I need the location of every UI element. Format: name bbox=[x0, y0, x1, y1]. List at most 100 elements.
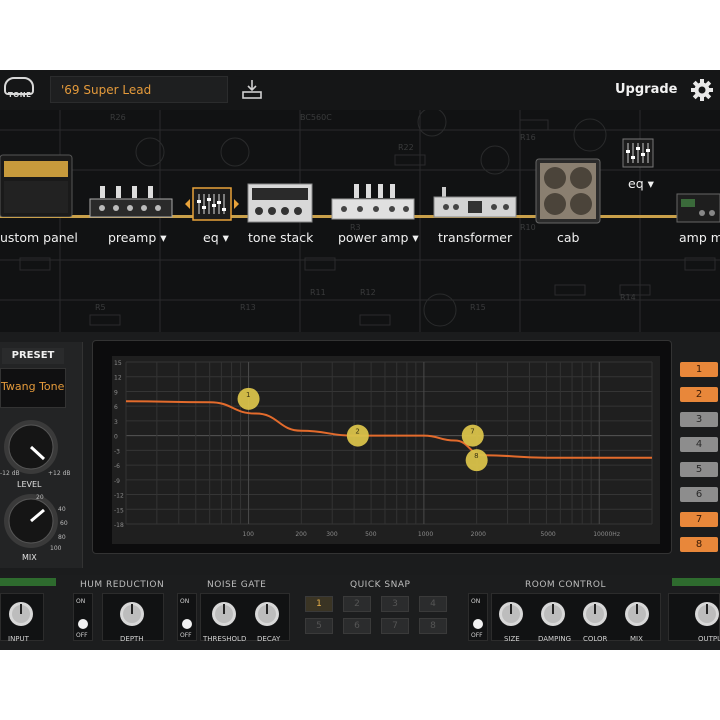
quick-snap-1[interactable]: 1 bbox=[305, 596, 333, 612]
y-tick-label: -15 bbox=[114, 507, 124, 514]
eq-panel: PRESET Twang Tone -12 dB +12 dB LEVEL 20… bbox=[0, 332, 720, 575]
output-label: OUTPU bbox=[698, 635, 720, 643]
color-knob[interactable] bbox=[580, 599, 610, 629]
preamp-module-icon[interactable] bbox=[88, 186, 174, 222]
module-label-preamp[interactable]: preamp ▾ bbox=[108, 230, 167, 245]
amp-model-module-icon[interactable] bbox=[676, 193, 720, 223]
mix-scale-40: 40 bbox=[58, 506, 66, 513]
eq-frequency-graph[interactable]: 15129630-3-6-9-12-15-18100 200 300 500 1000 2… bbox=[112, 356, 660, 544]
x-tick-label: 300 bbox=[326, 531, 338, 538]
custom-panel-amp-icon[interactable] bbox=[0, 153, 74, 217]
gear-icon[interactable] bbox=[690, 78, 714, 102]
eq-module-icon-selected[interactable] bbox=[183, 186, 241, 222]
save-download-icon[interactable] bbox=[241, 78, 263, 100]
preset-name-field[interactable]: '69 Super Lead bbox=[50, 76, 228, 103]
tone-stack-module-icon[interactable] bbox=[247, 183, 313, 223]
x-tick-label: 500 bbox=[365, 531, 377, 538]
band-button-1[interactable]: 1 bbox=[680, 362, 718, 377]
band-button-4[interactable]: 4 bbox=[680, 437, 718, 452]
level-knob[interactable] bbox=[2, 418, 60, 476]
module-label-cab[interactable]: cab bbox=[557, 230, 579, 245]
input-knob[interactable] bbox=[6, 599, 36, 629]
section-title-quick-snap: QUICK SNAP bbox=[350, 580, 411, 590]
level-label: LEVEL bbox=[17, 480, 42, 489]
quick-snap-5[interactable]: 5 bbox=[305, 618, 333, 634]
upgrade-button[interactable]: Upgrade bbox=[615, 82, 677, 97]
y-tick-label: -12 bbox=[114, 493, 124, 500]
module-label-transformer[interactable]: transformer bbox=[438, 230, 512, 245]
band-button-8[interactable]: 8 bbox=[680, 537, 718, 552]
cabinet-module-icon[interactable] bbox=[535, 158, 601, 224]
module-label-tone-stack[interactable]: tone stack bbox=[248, 230, 313, 245]
module-label-amp-model[interactable]: amp m bbox=[679, 230, 720, 245]
transformer-module-icon[interactable] bbox=[432, 187, 518, 221]
band-button-5[interactable]: 5 bbox=[680, 462, 718, 477]
svg-text:R14: R14 bbox=[620, 293, 636, 302]
level-min-label: -12 dB bbox=[0, 470, 20, 477]
quick-snap-8[interactable]: 8 bbox=[419, 618, 447, 634]
size-knob[interactable] bbox=[496, 599, 526, 629]
section-title-hum-reduction: HUM REDUCTION bbox=[80, 580, 165, 590]
bottom-controls: HUM REDUCTION NOISE GATE QUICK SNAP ROOM… bbox=[0, 575, 720, 650]
hum-reduction-toggle[interactable]: ON OFF bbox=[73, 593, 93, 641]
top-bar: TONE '69 Super Lead Upgrade bbox=[0, 70, 720, 110]
room-mix-knob[interactable] bbox=[622, 599, 652, 629]
y-tick-label: -6 bbox=[114, 463, 120, 470]
noise-gate-toggle[interactable]: ON OFF bbox=[177, 593, 197, 641]
dropdown-triangle-icon: ▾ bbox=[160, 230, 167, 245]
mix-knob[interactable] bbox=[2, 492, 60, 550]
svg-text:R26: R26 bbox=[110, 113, 126, 122]
eq-band-node-label: 2 bbox=[355, 428, 359, 436]
damping-label: DAMPING bbox=[538, 635, 572, 643]
module-label-eq[interactable]: eq ▾ bbox=[203, 230, 229, 245]
y-tick-label: 0 bbox=[114, 434, 118, 441]
threshold-knob[interactable] bbox=[209, 599, 239, 629]
svg-text:R16: R16 bbox=[520, 133, 536, 142]
eq-preset-selector[interactable]: Twang Tone bbox=[0, 368, 66, 408]
module-label-custom-panel[interactable]: ustom panel bbox=[0, 230, 78, 245]
svg-text:R11: R11 bbox=[310, 288, 326, 297]
power-amp-module-icon[interactable] bbox=[330, 184, 416, 222]
toggle-on-label: ON bbox=[76, 598, 86, 605]
dropdown-triangle-icon: ▾ bbox=[647, 176, 654, 191]
depth-knob[interactable] bbox=[117, 599, 147, 629]
band-button-2[interactable]: 2 bbox=[680, 387, 718, 402]
output-knob[interactable] bbox=[692, 599, 720, 629]
color-label: COLOR bbox=[583, 635, 608, 643]
quick-snap-3[interactable]: 3 bbox=[381, 596, 409, 612]
module-label-power-amp[interactable]: power amp ▾ bbox=[338, 230, 419, 245]
cloud-logo-icon[interactable]: TONE bbox=[4, 77, 34, 103]
svg-text:R10: R10 bbox=[520, 223, 536, 232]
toggle-off-label: OFF bbox=[471, 632, 483, 639]
y-tick-label: 9 bbox=[114, 389, 118, 396]
preset-label: PRESET bbox=[2, 348, 64, 364]
quick-snap-4[interactable]: 4 bbox=[419, 596, 447, 612]
svg-text:R22: R22 bbox=[398, 143, 414, 152]
output-meter bbox=[672, 578, 720, 586]
toggle-off-label: OFF bbox=[76, 632, 88, 639]
band-button-3[interactable]: 3 bbox=[680, 412, 718, 427]
y-tick-label: -18 bbox=[114, 522, 124, 529]
y-tick-label: -9 bbox=[114, 478, 120, 485]
signal-chain: BC560C R26 R22 R16 R3 R11 R12 R10 R14 R1… bbox=[0, 110, 720, 332]
quick-snap-6[interactable]: 6 bbox=[343, 618, 371, 634]
eq-preset-value: Twang Tone bbox=[1, 380, 65, 393]
dropdown-triangle-icon: ▾ bbox=[222, 230, 229, 245]
y-tick-label: 3 bbox=[114, 419, 118, 426]
post-eq-module-icon[interactable] bbox=[622, 138, 654, 168]
band-button-6[interactable]: 6 bbox=[680, 487, 718, 502]
y-tick-label: 15 bbox=[114, 360, 122, 367]
app-window: TONE '69 Super Lead Upgrade BC560C R26 R… bbox=[0, 70, 720, 650]
module-label-post-eq[interactable]: eq ▾ bbox=[628, 176, 654, 191]
damping-knob[interactable] bbox=[538, 599, 568, 629]
decay-knob[interactable] bbox=[252, 599, 282, 629]
room-control-toggle[interactable]: ON OFF bbox=[468, 593, 488, 641]
x-tick-label: 100 bbox=[243, 531, 255, 538]
quick-snap-7[interactable]: 7 bbox=[381, 618, 409, 634]
mix-scale-60: 60 bbox=[60, 520, 68, 527]
band-button-7[interactable]: 7 bbox=[680, 512, 718, 527]
mix-scale-100: 100 bbox=[50, 545, 62, 552]
quick-snap-2[interactable]: 2 bbox=[343, 596, 371, 612]
x-tick-label: 1000 bbox=[418, 531, 433, 538]
logo-text: TONE bbox=[8, 91, 32, 99]
